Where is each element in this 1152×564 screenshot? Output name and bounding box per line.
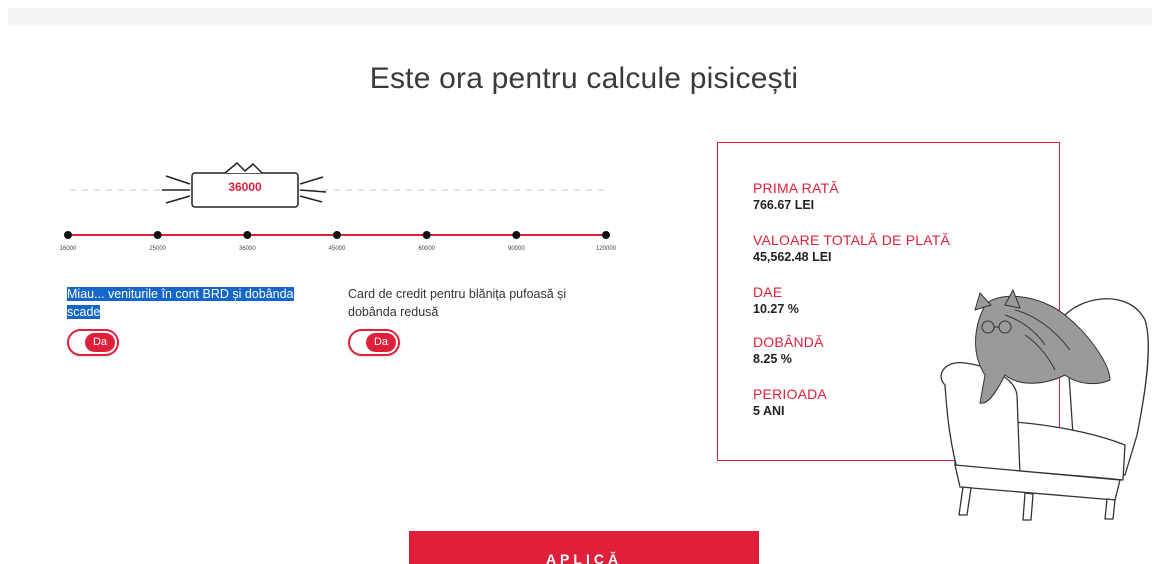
brd-income-option: Miau... veniturile în cont BRD și dobând…: [67, 285, 327, 356]
result-first-installment: PRIMA RATĂ 766.67 LEI: [753, 180, 839, 212]
result-total-payment: VALOARE TOTALĂ DE PLATĂ 45,562.48 LEI: [753, 232, 950, 264]
result-label: DOBÂNDĂ: [753, 334, 824, 350]
slider-tick-label: 36000: [238, 246, 256, 252]
top-strip: [8, 8, 1152, 25]
result-value: 766.67 LEI: [753, 198, 815, 212]
result-dae: DAE 10.27 %: [753, 284, 799, 316]
slider-tick-label: 90000: [507, 246, 525, 252]
result-value: 45,562.48 LEI: [753, 250, 832, 264]
result-interest: DOBÂNDĂ 8.25 %: [753, 334, 824, 366]
result-value: 10.27 %: [753, 302, 799, 316]
toggle-state: Da: [366, 333, 396, 352]
page-title: Este ora pentru calcule pisicești: [369, 62, 799, 95]
slider-tick-dot[interactable]: [64, 231, 72, 239]
result-value: 5 ANI: [753, 404, 785, 418]
slider-tick-dot[interactable]: [333, 231, 341, 239]
slider-tick-label: 25000: [149, 246, 166, 252]
slider-tick-dot[interactable]: [153, 231, 162, 239]
result-label: DAE: [753, 284, 783, 300]
slider-tick-label: 16000: [59, 246, 77, 252]
brd-income-toggle[interactable]: Da: [67, 329, 119, 356]
credit-card-label: Card de credit pentru blănița pufoasă și…: [348, 287, 567, 319]
slider-tick-dot[interactable]: [243, 231, 252, 239]
income-slider[interactable]: 36000 16000 25000 36000 45000 60000 90000 1200…: [60, 150, 620, 260]
cat-armchair-illustration: [940, 288, 1149, 521]
result-label: VALOARE TOTALĂ DE PLATĂ: [753, 232, 951, 248]
credit-card-toggle[interactable]: Da: [348, 329, 400, 356]
credit-card-option: Card de credit pentru blănița pufoasă și…: [348, 285, 568, 356]
result-value: 8.25 %: [753, 352, 792, 366]
slider-tick-label: 120000: [595, 246, 617, 252]
slider-tick-dot[interactable]: [602, 231, 610, 239]
apply-button[interactable]: APLICĂ: [409, 531, 759, 564]
result-period: PERIOADA 5 ANI: [753, 386, 827, 418]
result-label: PRIMA RATĂ: [753, 180, 839, 196]
toggle-state: Da: [85, 333, 115, 352]
slider-tick-label: 60000: [418, 246, 435, 252]
brd-income-label: Miau... veniturile în cont BRD și dobând…: [67, 287, 294, 319]
slider-tick-label: 45000: [328, 246, 346, 252]
slider-tick-dot[interactable]: [422, 231, 431, 239]
slider-tick-dot[interactable]: [512, 231, 521, 239]
result-label: PERIOADA: [753, 386, 827, 402]
slider-value: 36000: [228, 180, 262, 194]
slider-graphic: [64, 161, 610, 239]
